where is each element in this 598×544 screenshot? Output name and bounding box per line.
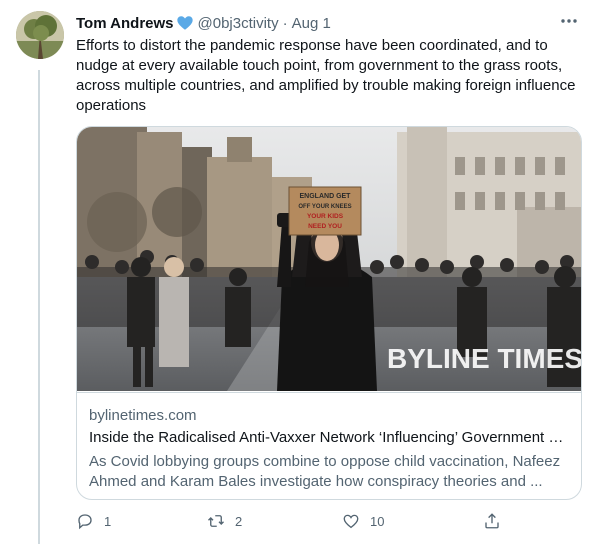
sign-line-3: YOUR KIDS (307, 213, 344, 220)
reply-icon (78, 514, 92, 530)
share-button[interactable] (483, 512, 501, 530)
retweet-button[interactable]: 2 (207, 512, 242, 530)
author-name[interactable]: Tom Andrews (76, 15, 174, 32)
tweet-actions: 1 2 10 (76, 512, 506, 534)
card-body[interactable]: bylinetimes.com Inside the Radicalised A… (77, 392, 581, 499)
reply-button[interactable]: 1 (76, 512, 111, 530)
card-title: Inside the Radicalised Anti-Vaxxer Netwo… (89, 429, 569, 446)
share-icon (485, 513, 499, 529)
ellipsis-icon[interactable] (556, 10, 582, 32)
heart-icon (343, 514, 359, 529)
card-domain: bylinetimes.com (89, 407, 197, 424)
thread-line (38, 70, 40, 544)
blue-heart-icon (176, 16, 193, 30)
avatar[interactable] (16, 11, 64, 59)
link-card[interactable]: ENGLAND GET OFF YOUR KNEES YOUR KIDS NEE… (76, 126, 582, 500)
separator-dot: · (282, 14, 288, 32)
card-image[interactable]: ENGLAND GET OFF YOUR KNEES YOUR KIDS NEE… (77, 127, 581, 391)
tweet-text: Efforts to distort the pandemic response… (76, 37, 576, 114)
retweet-count: 2 (235, 513, 243, 529)
like-button[interactable]: 10 (342, 512, 384, 530)
tweet-date[interactable]: Aug 1 (292, 15, 331, 32)
sign-line-4: NEED YOU (308, 223, 342, 230)
reply-count: 1 (104, 513, 112, 529)
avatar-image (16, 11, 64, 59)
retweet-icon (208, 515, 224, 527)
card-description: As Covid lobbying groups combine to oppo… (89, 453, 561, 490)
sign-line-2: OFF YOUR KNEES (298, 204, 351, 210)
author-handle[interactable]: @0bj3ctivity (198, 15, 279, 32)
sign-line-1: ENGLAND GET (300, 193, 352, 200)
tweet-header: Tom Andrews @0bj3ctivity · Aug 1 (76, 12, 582, 34)
like-count: 10 (370, 513, 385, 529)
byline-times-watermark: BYLINE TIMES (387, 343, 581, 374)
